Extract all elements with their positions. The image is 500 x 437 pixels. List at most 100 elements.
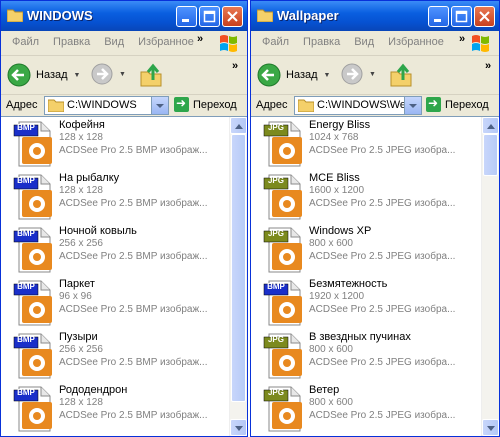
file-type-badge: BMP [17,282,35,291]
address-dropdown-button[interactable] [404,97,421,114]
menu-file[interactable]: Файл [255,36,296,48]
scroll-thumb[interactable] [231,134,246,402]
title-bar[interactable]: Wallpaper [251,1,499,31]
maximize-button[interactable] [451,6,472,27]
scroll-up-button[interactable] [230,117,247,134]
close-icon [479,11,490,22]
toolbar-overflow-chevron[interactable]: » [232,60,238,72]
toolbar: Назад ▼ ▼ » [1,56,247,95]
file-list: BMP Кофейня 128 x 128 ACDSee Pro 2.5 BMP из… [1,117,230,435]
title-bar[interactable]: WINDOWS [1,1,247,31]
file-dimensions: 1024 x 768 [309,132,359,143]
list-item[interactable]: JPG В звездных пучинах 800 x 600 ACDSee Pro… [251,329,482,382]
go-button[interactable]: Переход [174,96,237,112]
file-type-badge: JPG [267,229,284,238]
list-item[interactable]: BMP Безмятежность 1920 x 1200 ACDSee Pro 2.… [251,276,482,329]
close-button[interactable] [222,6,243,27]
address-path: C:\WINDOWS\We [317,99,407,111]
menu-view[interactable]: Вид [347,36,381,48]
maximize-button[interactable] [199,6,220,27]
maximize-icon [455,10,468,23]
scroll-down-button[interactable] [230,419,247,436]
back-button[interactable]: Назад ▼ [7,61,80,89]
file-name: MCE Bliss [309,172,360,184]
scroll-down-button[interactable] [482,419,499,436]
file-type: ACDSee Pro 2.5 JPEG изобра... [309,357,456,368]
minimize-button[interactable] [428,6,449,27]
file-type-badge: JPG [267,335,284,344]
file-list-pane[interactable]: JPG Energy Bliss 1024 x 768 ACDSee Pro 2.5 … [251,116,499,436]
address-input[interactable]: C:\WINDOWS\We [294,96,422,115]
list-item[interactable]: BMP На рыбалку 128 x 128 ACDSee Pro 2.5 BMP… [1,170,230,223]
close-button[interactable] [474,6,495,27]
file-name: Windows XP [309,225,372,237]
list-item[interactable]: BMP Ночной ковыль 256 x 256 ACDSee Pro 2.5 … [1,223,230,276]
list-item[interactable]: JPG Windows XP 800 x 600 ACDSee Pro 2.5 JPE… [251,223,482,276]
vertical-scrollbar[interactable] [481,117,499,436]
forward-dropdown-icon[interactable]: ▼ [119,71,126,78]
list-item[interactable]: BMP Паркет 96 x 96 ACDSee Pro 2.5 BMP изобр… [1,276,230,329]
maximize-icon [203,10,216,23]
file-dimensions: 1920 x 1200 [309,291,365,302]
menu-favorites[interactable]: Избранное [381,36,451,48]
folder-up-icon[interactable] [139,62,163,88]
back-button[interactable]: Назад ▼ [257,61,330,89]
list-item[interactable]: BMP Рододендрон 128 x 128 ACDSee Pro 2.5 BM… [1,382,230,435]
file-dimensions: 128 x 128 [59,397,103,408]
list-item[interactable]: BMP Кофейня 128 x 128 ACDSee Pro 2.5 BMP из… [1,117,230,170]
file-type: ACDSee Pro 2.5 BMP изображ... [59,251,208,262]
minimize-button[interactable] [176,6,197,27]
forward-arrow-icon [341,63,363,85]
file-list-pane[interactable]: BMP Кофейня 128 x 128 ACDSee Pro 2.5 BMP из… [1,116,247,436]
file-type-badge: JPG [267,388,284,397]
file-type-badge: JPG [267,176,284,185]
back-dropdown-icon[interactable]: ▼ [74,72,81,79]
go-button[interactable]: Переход [426,96,489,112]
folder-icon [48,99,64,112]
file-type-badge: BMP [17,335,35,344]
file-dimensions: 256 x 256 [59,344,103,355]
menu-edit[interactable]: Правка [46,36,97,48]
vertical-scrollbar[interactable] [229,117,247,436]
file-dimensions: 256 x 256 [59,238,103,249]
explorer-window-wallpaper: Wallpaper Файл Правка Вид Избранное » На… [250,0,500,437]
toolbar-overflow-chevron[interactable]: » [485,60,491,72]
file-name: Ветер [309,384,340,396]
address-input[interactable]: C:\WINDOWS [44,96,169,115]
address-dropdown-button[interactable] [151,97,168,114]
back-label: Назад [36,69,68,81]
list-item[interactable]: JPG Ветер 800 x 600 ACDSee Pro 2.5 JPEG изо… [251,382,482,435]
list-item[interactable]: JPG MCE Bliss 1600 x 1200 ACDSee Pro 2.5 JP… [251,170,482,223]
menu-file[interactable]: Файл [5,36,46,48]
menu-edit[interactable]: Правка [296,36,347,48]
menu-favorites[interactable]: Избранное [131,36,201,48]
menu-overflow-chevron[interactable]: » [197,33,203,45]
scroll-up-button[interactable] [482,117,499,134]
close-icon [227,11,238,22]
forward-button[interactable]: ▼ [341,63,376,85]
file-dimensions: 96 x 96 [59,291,92,302]
file-name: Ночной ковыль [59,225,137,237]
menu-bar: Файл Правка Вид Избранное » [1,31,247,56]
file-type: ACDSee Pro 2.5 BMP изображ... [59,304,208,315]
file-type-badge: BMP [17,388,35,397]
folder-icon [257,9,273,22]
file-dimensions: 800 x 600 [309,397,353,408]
forward-dropdown-icon[interactable]: ▼ [369,71,376,78]
folder-icon [7,9,23,22]
go-arrow-icon [426,96,441,112]
list-item[interactable]: JPG Energy Bliss 1024 x 768 ACDSee Pro 2.5 … [251,117,482,170]
folder-up-icon[interactable] [389,62,413,88]
scroll-thumb[interactable] [483,134,498,176]
list-item[interactable]: BMP Пузыри 256 x 256 ACDSee Pro 2.5 BMP изо… [1,329,230,382]
forward-button[interactable]: ▼ [91,63,126,85]
file-type-badge: BMP [267,282,285,291]
file-dimensions: 128 x 128 [59,132,103,143]
menu-overflow-chevron[interactable]: » [459,33,465,45]
file-dimensions: 1600 x 1200 [309,185,365,196]
menu-view[interactable]: Вид [97,36,131,48]
back-dropdown-icon[interactable]: ▼ [324,72,331,79]
file-type-badge: BMP [17,176,35,185]
file-list: JPG Energy Bliss 1024 x 768 ACDSee Pro 2.5 … [251,117,482,435]
menu-bar: Файл Правка Вид Избранное » [251,31,499,56]
